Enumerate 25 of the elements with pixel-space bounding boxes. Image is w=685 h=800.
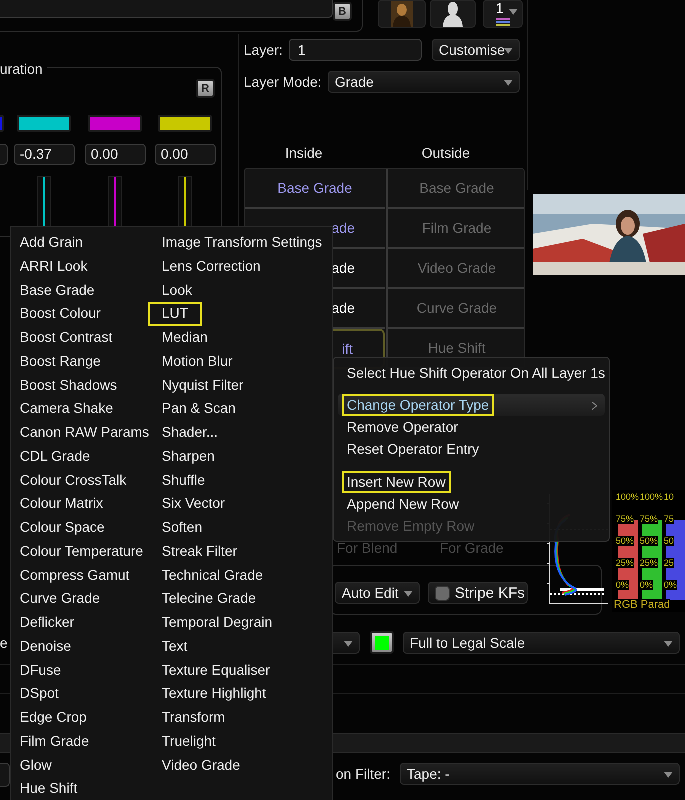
scope-title: RGB Parad <box>614 599 670 611</box>
scale-label: 100% <box>640 492 664 502</box>
scale-label: 25% <box>616 558 634 568</box>
layer-count: 1 <box>496 2 504 15</box>
scale-label: 75% <box>616 514 634 524</box>
scale-label: 100% <box>616 492 640 502</box>
layer-label: Layer: <box>244 41 283 60</box>
scale-label: 25 <box>664 558 674 568</box>
option-label: For Blend <box>337 539 398 558</box>
scale-label: 75 <box>664 514 674 524</box>
column-header: Inside <box>284 144 324 163</box>
scale-label: 25% <box>640 558 658 568</box>
layer-mode-label: Layer Mode: <box>244 73 322 92</box>
scale-label: 0% <box>640 580 654 590</box>
column-header: Outside <box>420 144 472 163</box>
scale-label: 50 <box>664 536 674 546</box>
scale-label: 0% <box>664 580 678 590</box>
scale-label: 50% <box>616 536 634 546</box>
filter-label: on Filter: <box>336 765 390 784</box>
field-label: e <box>0 634 8 653</box>
scale-label: 10 <box>664 492 674 502</box>
scale-label: 0% <box>616 580 630 590</box>
option-label: For Grade <box>440 539 504 558</box>
scale-label: 50% <box>640 536 658 546</box>
scale-label: 75% <box>640 514 658 524</box>
